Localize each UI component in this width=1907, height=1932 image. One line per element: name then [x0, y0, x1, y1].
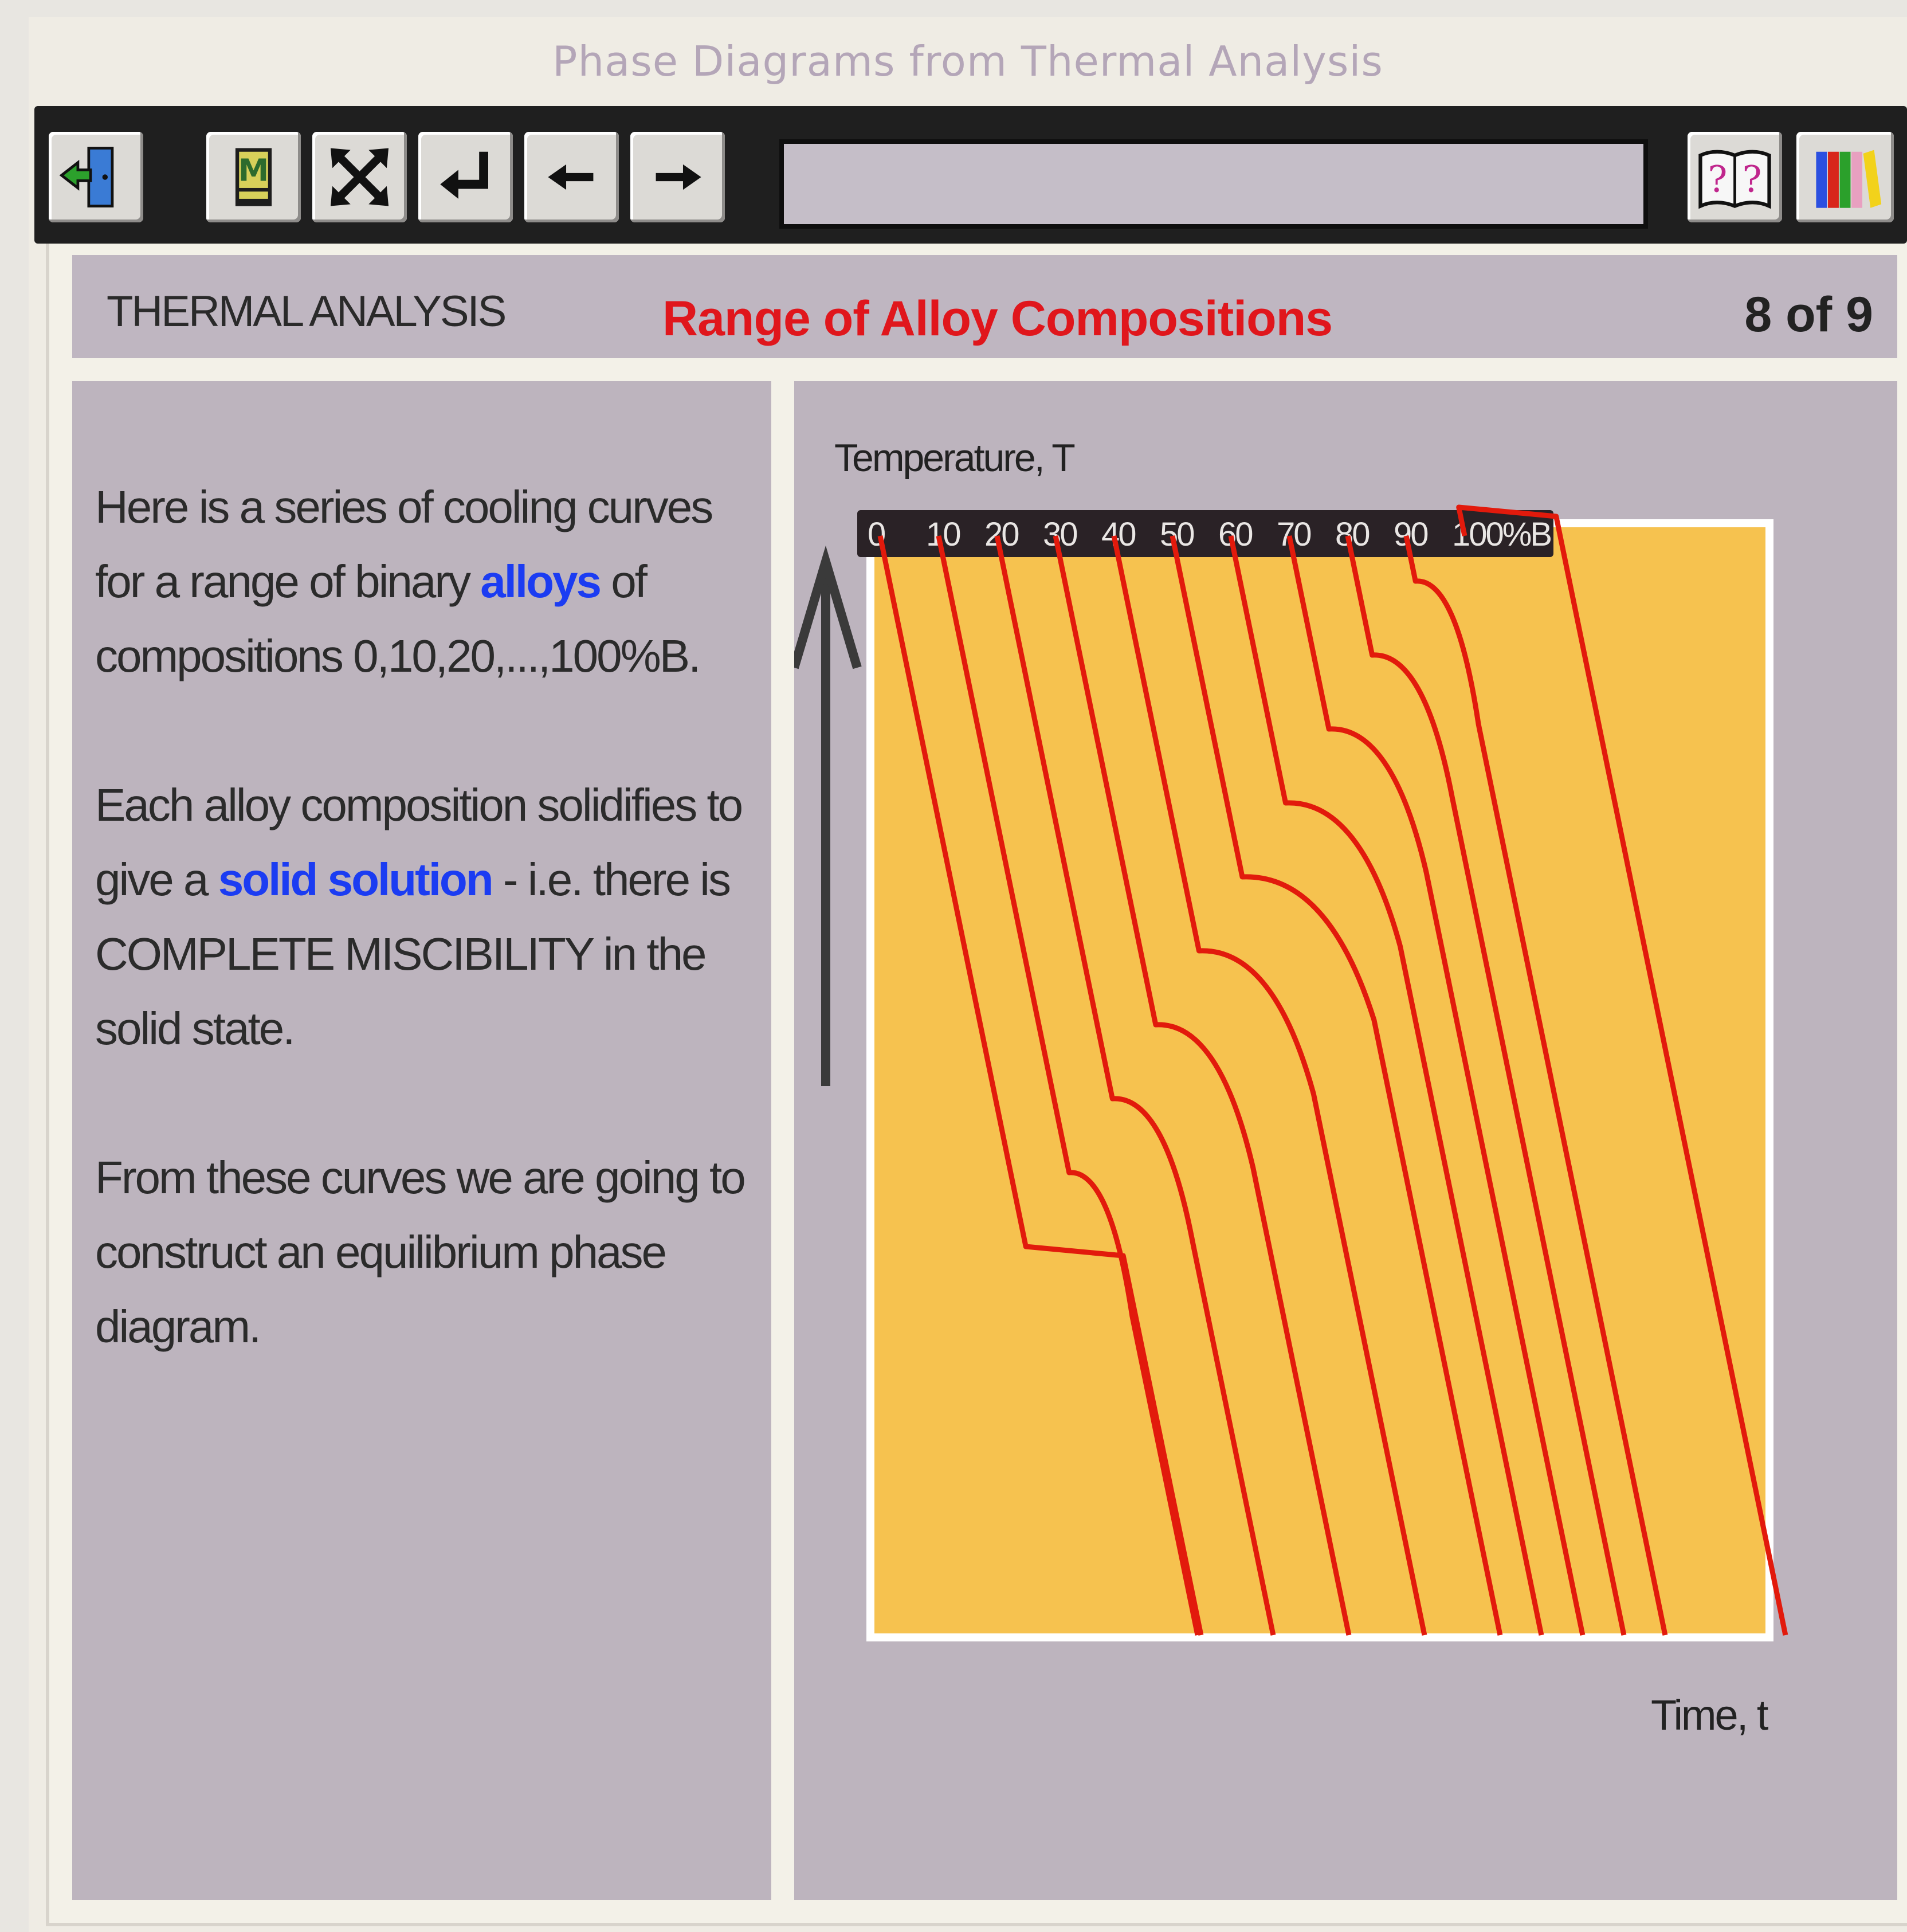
paragraph-cooling-curves: Here is a series of cooling curves for a… [95, 470, 748, 693]
help-book-icon: ? ? [1698, 150, 1771, 209]
section-label: THERMAL ANALYSIS [107, 287, 507, 336]
forward-button[interactable] [630, 132, 725, 222]
svg-text:?: ? [1708, 158, 1728, 200]
slide-title: Range of Alloy Compositions [662, 291, 1333, 346]
text-panel: Here is a series of cooling curves for a… [72, 381, 771, 1900]
address-field[interactable] [779, 139, 1648, 229]
app-window: Phase Diagrams from Thermal Analysis M ?… [29, 17, 1907, 1932]
x-axis-label: Time, t [1651, 1691, 1768, 1739]
arrow-right-icon [656, 164, 701, 190]
chart-panel: Temperature, T 0 10 20 30 40 50 60 70 80 90 100%B … [794, 381, 1897, 1900]
svg-text:M: M [238, 152, 269, 188]
paragraph-solidifies: Each alloy composition solidifies to giv… [95, 768, 748, 1066]
alloys-link[interactable]: alloys [480, 556, 602, 607]
content-frame: THERMAL ANALYSIS Range of Alloy Composit… [46, 244, 1907, 1926]
library-button[interactable] [1796, 132, 1894, 222]
body-text: Here is a series of cooling curves for a… [95, 470, 748, 1439]
menu-m-icon: M [235, 148, 272, 206]
exit-door-icon [59, 147, 114, 207]
paragraph-construct: From these curves we are going to constr… [95, 1152, 746, 1352]
menu-button[interactable]: M [206, 132, 301, 222]
expand-arrows-icon [330, 148, 389, 206]
svg-text:?: ? [1743, 158, 1762, 200]
help-button[interactable]: ? ? [1688, 132, 1782, 222]
return-button[interactable] [418, 132, 513, 222]
header-strip: THERMAL ANALYSIS Range of Alloy Composit… [72, 255, 1897, 358]
page-counter: 8 of 9 [1744, 287, 1873, 342]
library-books-icon [1816, 150, 1882, 208]
toolbar: M ? ? [34, 106, 1907, 244]
exit-button[interactable] [49, 132, 143, 222]
return-arrow-icon [440, 151, 488, 199]
cooling-curves-chart: 0 10 20 30 40 50 60 70 80 90 100%B [794, 504, 1788, 1641]
solid-solution-link[interactable]: solid solution [218, 854, 494, 905]
arrow-left-icon [548, 164, 594, 190]
window-title: Phase Diagrams from Thermal Analysis [552, 37, 1383, 85]
expand-button[interactable] [312, 132, 407, 222]
back-button[interactable] [524, 132, 619, 222]
composition-label-bar [857, 510, 1553, 557]
